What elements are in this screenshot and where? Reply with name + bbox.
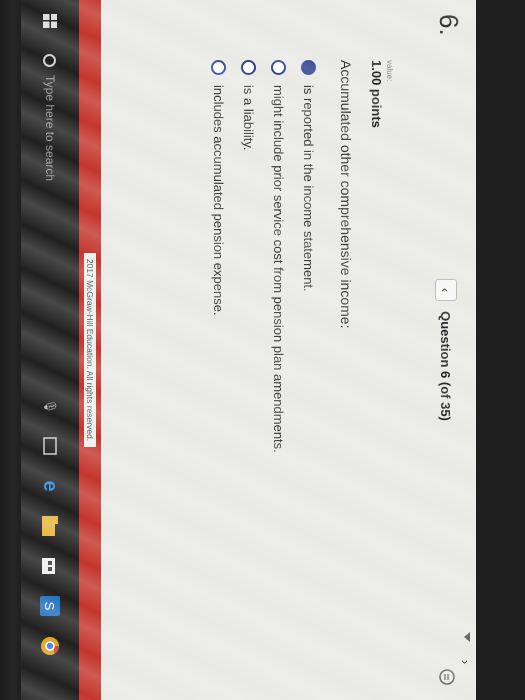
photo-frame: 6. ‹ Question 6 (of 35) › value: 1.00 po…	[0, 0, 525, 700]
store-icon[interactable]	[39, 555, 61, 577]
answer-option-label: includes accumulated pension expense.	[211, 85, 226, 316]
settings-icon[interactable]	[438, 668, 456, 686]
answer-option-label: is a liability.	[241, 85, 256, 151]
microphone-icon[interactable]: 🎙	[43, 399, 57, 414]
cortana-icon	[43, 54, 57, 67]
radio-unselected[interactable]	[241, 60, 256, 75]
question-navigation: ‹ Question 6 (of 35)	[434, 0, 458, 700]
taskbar: Type here to search 🎙 e S	[21, 0, 79, 700]
answer-option-label: might include prior service cost from pe…	[271, 85, 286, 453]
question-counter: Question 6 (of 35)	[438, 311, 454, 421]
windows-logo-icon	[43, 14, 57, 28]
answer-option[interactable]: is reported in the income statement.	[301, 60, 316, 292]
file-explorer-icon[interactable]	[39, 515, 61, 537]
task-view-icon[interactable]	[39, 435, 61, 457]
chrome-icon[interactable]	[39, 635, 61, 657]
answer-option[interactable]: includes accumulated pension expense.	[211, 60, 226, 316]
taskbar-search[interactable]: Type here to search 🎙	[30, 42, 70, 426]
copyright-text: 2017 McGraw-Hill Education. All rights r…	[84, 252, 96, 448]
copyright-bar: 2017 McGraw-Hill Education. All rights r…	[79, 0, 101, 700]
radio-selected[interactable]	[301, 60, 316, 75]
skype-icon[interactable]: S	[39, 595, 61, 617]
svg-text:S: S	[42, 602, 57, 611]
value-label: value:	[385, 60, 394, 82]
edge-browser-icon[interactable]: e	[39, 475, 62, 497]
answer-option[interactable]: is a liability.	[241, 60, 256, 151]
search-placeholder: Type here to search	[43, 75, 57, 182]
answer-option-label: is reported in the income statement.	[301, 85, 316, 292]
radio-unselected[interactable]	[271, 60, 286, 75]
chevron-right-icon[interactable]: ›	[456, 652, 476, 672]
caret-down-icon[interactable]	[464, 632, 470, 642]
start-button[interactable]	[21, 0, 79, 42]
answer-option[interactable]: might include prior service cost from pe…	[271, 60, 286, 453]
previous-question-button[interactable]: ‹	[435, 279, 457, 302]
points-value: 1.00 points	[369, 60, 384, 128]
question-prompt: Accumulated other comprehensive income:	[338, 60, 354, 329]
chevron-left-icon: ‹	[438, 287, 454, 293]
radio-unselected[interactable]	[211, 60, 226, 75]
quiz-screen: 6. ‹ Question 6 (of 35) › value: 1.00 po…	[21, 0, 476, 700]
